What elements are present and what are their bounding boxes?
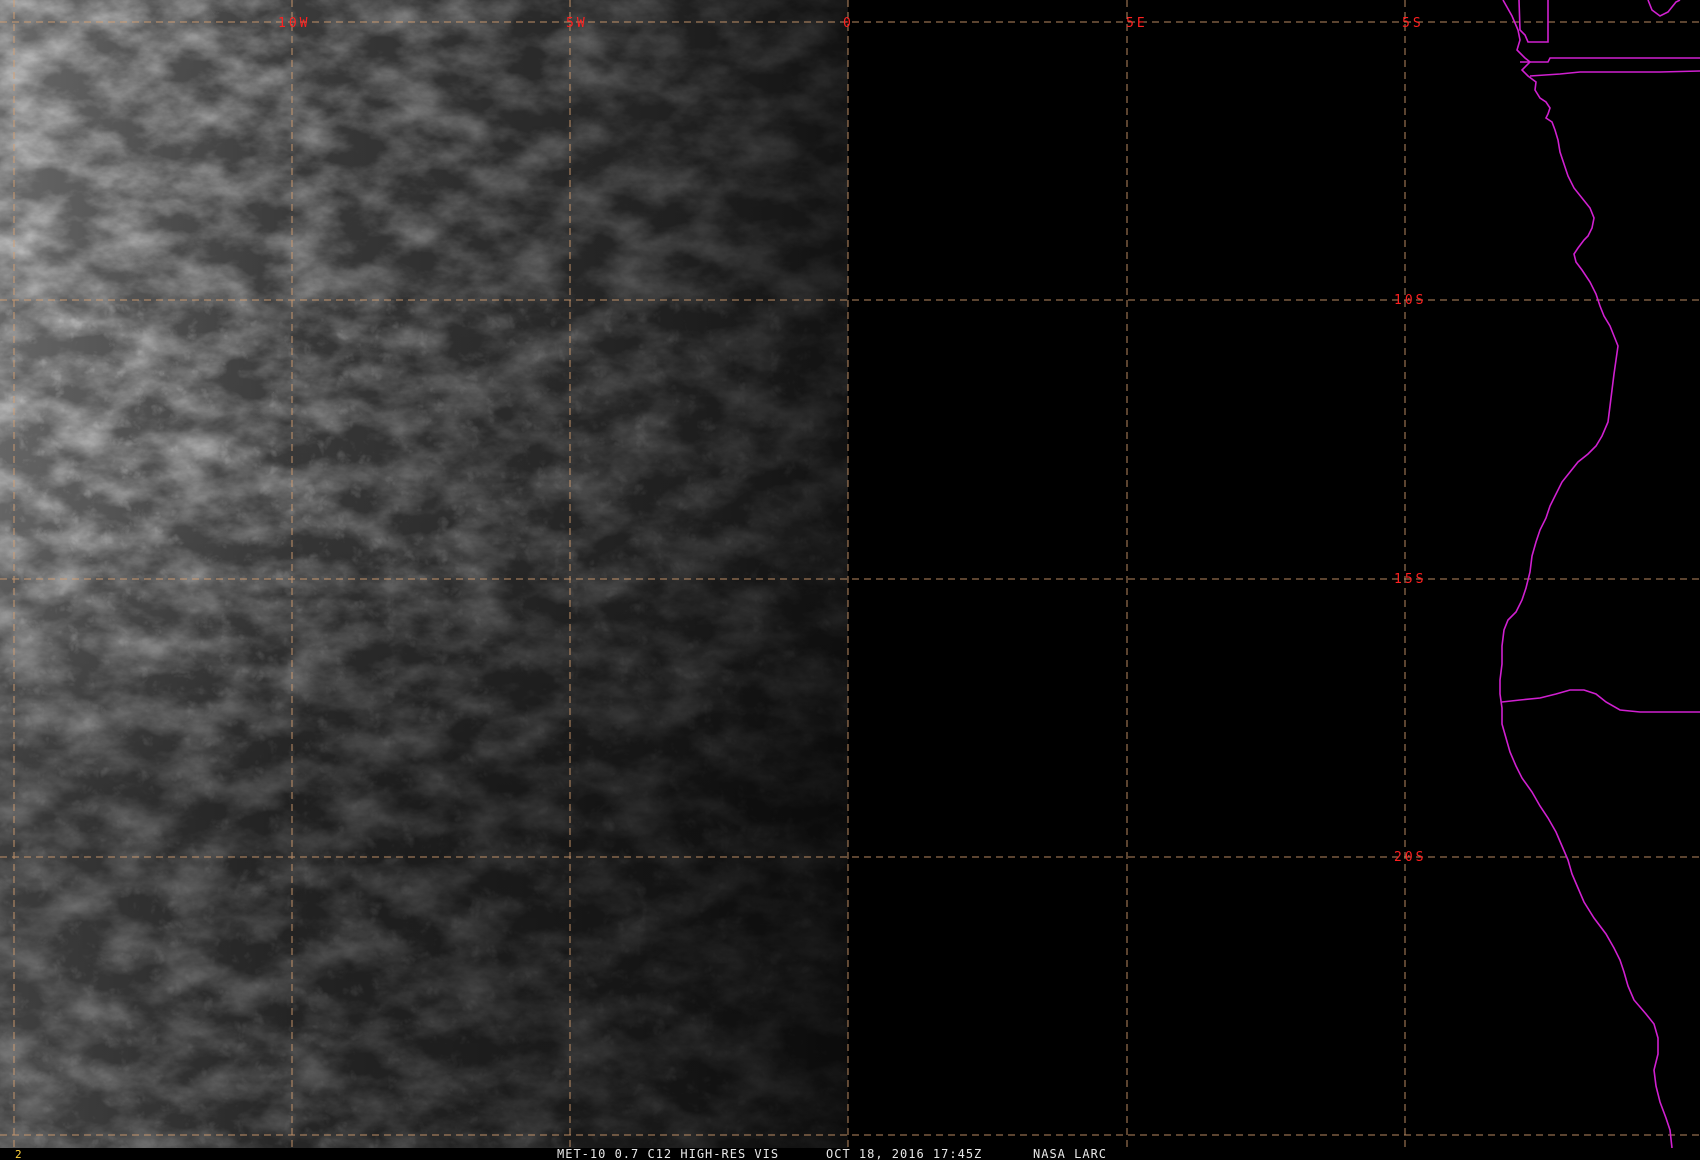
caption-source: NASA LARC — [1033, 1147, 1107, 1160]
lon-label: 0 — [843, 16, 854, 31]
lat-label: 5S — [1402, 16, 1424, 31]
lon-label: 10W — [278, 16, 310, 31]
satellite-imagery — [0, 0, 848, 1148]
lon-label: 5W — [566, 16, 588, 31]
border-angola-namibia — [1501, 689, 1700, 713]
frame-number: 2 — [15, 1148, 22, 1160]
caption-bar: 2 MET-10 0.7 C12 HIGH-RES VIS OCT 18, 20… — [0, 1147, 1700, 1160]
lon-label: 5E — [1126, 16, 1148, 31]
lat-label: 10S — [1394, 293, 1426, 308]
border-congo-angola — [1529, 70, 1700, 77]
lat-label: 15S — [1394, 572, 1426, 587]
lat-label: 20S — [1394, 850, 1426, 865]
border-cabinda — [1520, 57, 1700, 63]
caption-datetime: OCT 18, 2016 17:45Z — [826, 1147, 982, 1160]
coastline — [1499, 0, 1700, 1149]
africa-coastline — [1499, 0, 1673, 1149]
border-north-right — [1647, 0, 1681, 17]
satellite-map: 10W 5W 0 5E 5S 10S 15S 20S 2 MET-10 0.7 … — [0, 0, 1700, 1160]
caption-satellite: MET-10 0.7 C12 HIGH-RES VIS — [557, 1147, 779, 1160]
border-north-box — [1518, 0, 1549, 43]
